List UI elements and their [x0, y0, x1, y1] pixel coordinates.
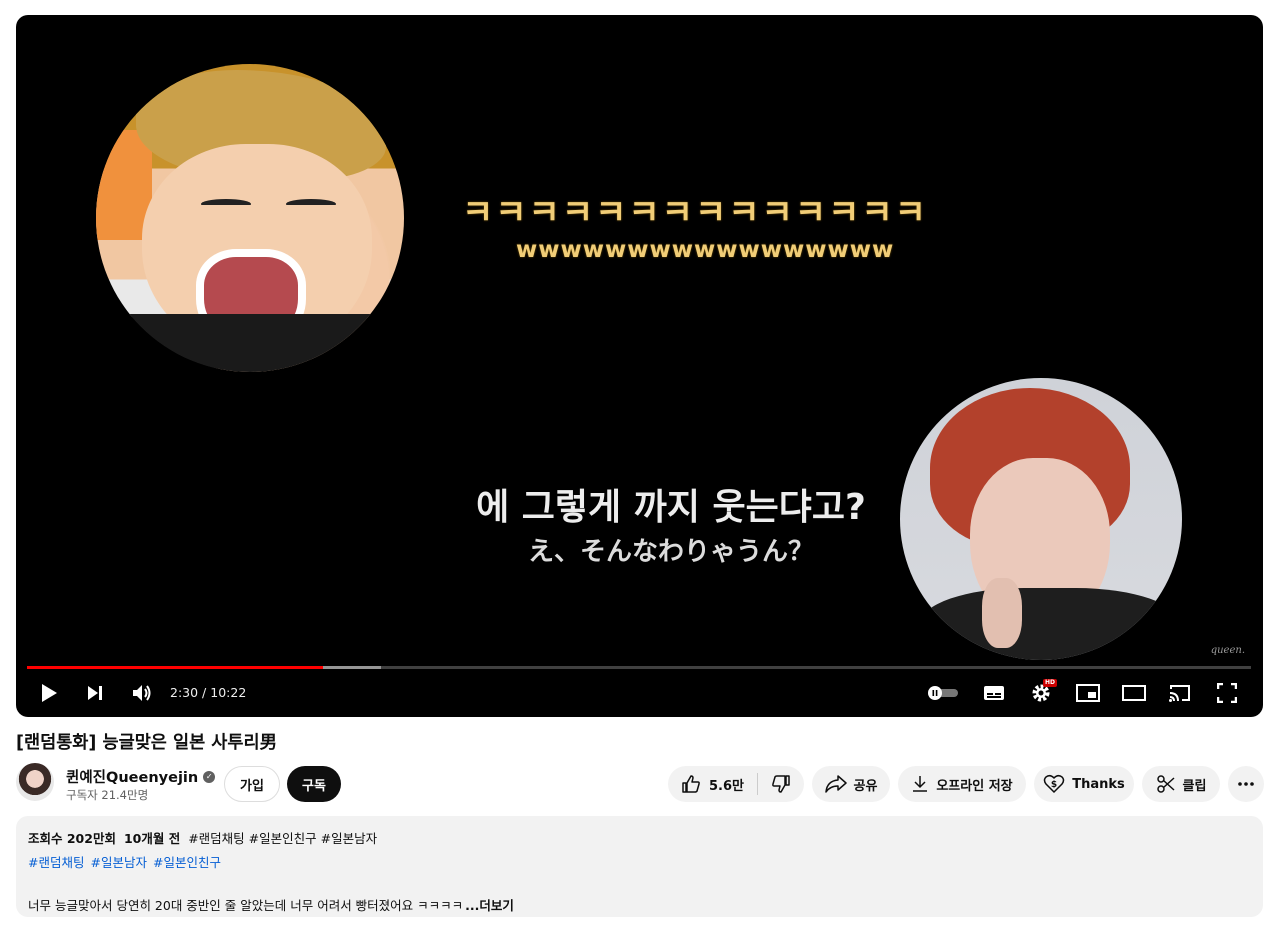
play-icon	[42, 684, 57, 702]
subtitle-korean: 에 그렇게 까지 웃는댜고?	[476, 487, 866, 528]
thumbs-up-icon	[682, 775, 700, 793]
anime-character-image	[96, 64, 404, 372]
cast-icon	[1169, 685, 1190, 702]
hashtag-link[interactable]: #랜덤채팅	[28, 852, 84, 871]
svg-text:$: $	[1051, 780, 1057, 790]
video-title: [랜덤통화] 능글맞은 일본 사투리男	[16, 733, 278, 753]
streamer-face-image	[900, 378, 1182, 660]
time-separator: /	[198, 685, 211, 700]
description-meta: 조회수 202만회 10개월 전 #랜덤채팅 #일본인친구 #일본남자	[28, 828, 1251, 847]
theater-icon	[1122, 685, 1146, 701]
progress-played	[27, 666, 324, 669]
autoplay-toggle-icon	[928, 686, 958, 700]
download-button[interactable]: 오프라인 저장	[898, 766, 1026, 802]
progress-bar[interactable]	[27, 666, 1251, 669]
thanks-button[interactable]: $ Thanks	[1034, 766, 1134, 802]
next-icon	[88, 686, 102, 700]
hashtag-link[interactable]: #일본남자	[90, 852, 146, 871]
subscriber-count: 구독자 21.4만명	[66, 788, 149, 802]
like-count: 5.6만	[709, 778, 744, 794]
volume-icon	[133, 685, 151, 701]
more-actions-button[interactable]	[1228, 766, 1264, 802]
volume-button[interactable]	[130, 677, 154, 709]
description-box[interactable]: 조회수 202만회 10개월 전 #랜덤채팅 #일본인친구 #일본남자 #랜덤채…	[16, 816, 1263, 917]
upload-age: 10개월 전	[123, 831, 181, 846]
next-button[interactable]	[84, 677, 106, 709]
captions-icon	[984, 686, 1004, 700]
hashtag-link[interactable]: #일본인친구	[153, 852, 221, 871]
download-label: 오프라인 저장	[936, 778, 1013, 794]
autoplay-toggle[interactable]	[926, 677, 960, 709]
share-icon	[824, 775, 847, 793]
overlay-laugh-japanese: wwwwwwwwwwwwwwwww	[516, 237, 895, 263]
subtitle-japanese: え、そんなわりゃうん？	[527, 537, 814, 567]
thumbs-down-icon	[772, 775, 790, 793]
fullscreen-icon	[1217, 683, 1237, 703]
hd-badge: HD	[1042, 679, 1057, 687]
dislike-button[interactable]	[771, 774, 791, 794]
share-button[interactable]: 공유	[812, 766, 890, 802]
like-dislike-group: 5.6만	[668, 766, 804, 802]
channel-avatar[interactable]	[16, 763, 54, 801]
time-display: 2:30 / 10:22	[170, 685, 246, 700]
theater-mode-button[interactable]	[1121, 677, 1147, 709]
more-horizontal-icon	[1238, 782, 1254, 786]
inline-hashtags: #랜덤채팅 #일본인친구 #일본남자	[188, 831, 378, 846]
channel-name-link[interactable]: 퀸예진Queenyejin ✓	[66, 766, 216, 787]
cast-button[interactable]	[1167, 677, 1193, 709]
like-button[interactable]: 5.6만	[681, 774, 744, 794]
thanks-label: Thanks	[1072, 776, 1125, 792]
show-more-link[interactable]: ...더보기	[465, 895, 514, 914]
current-time: 2:30	[170, 685, 199, 700]
overlay-laugh-korean: ㅋㅋㅋㅋㅋㅋㅋㅋㅋㅋㅋㅋㅋㅋ	[462, 193, 928, 233]
play-button[interactable]	[38, 677, 60, 709]
video-player[interactable]: ㅋㅋㅋㅋㅋㅋㅋㅋㅋㅋㅋㅋㅋㅋ wwwwwwwwwwwwwwwww 에 그렇게 까…	[16, 15, 1263, 717]
description-body: 너무 능글맞아서 당연히 20대 중반인 줄 알았는데 너무 어려서 빵터졌어요…	[28, 895, 1251, 914]
player-controls: 2:30 / 10:22 HD	[16, 673, 1263, 713]
clip-button[interactable]: 클립	[1142, 766, 1220, 802]
download-icon	[913, 776, 928, 792]
settings-button[interactable]: HD	[1029, 677, 1057, 709]
join-button[interactable]: 가입	[224, 766, 280, 802]
clip-label: 클립	[1182, 778, 1207, 794]
duration: 10:22	[210, 685, 247, 700]
like-divider	[757, 773, 758, 795]
view-count: 조회수 202만회	[28, 831, 116, 846]
scissors-icon	[1156, 775, 1175, 793]
subscribe-button[interactable]: 구독	[287, 766, 341, 802]
heart-dollar-icon: $	[1043, 774, 1065, 794]
share-label: 공유	[853, 778, 878, 794]
miniplayer-button[interactable]	[1075, 677, 1101, 709]
fullscreen-button[interactable]	[1215, 677, 1239, 709]
captions-button[interactable]	[982, 677, 1006, 709]
hashtag-links: #랜덤채팅 #일본남자 #일본인친구	[28, 852, 1251, 871]
channel-name: 퀸예진Queenyejin	[66, 770, 199, 786]
description-text: 너무 능글맞아서 당연히 20대 중반인 줄 알았는데 너무 어려서 빵터졌어요…	[28, 898, 464, 913]
video-watermark: queen.	[1210, 645, 1245, 656]
verified-icon: ✓	[203, 770, 216, 783]
miniplayer-icon	[1076, 684, 1100, 702]
